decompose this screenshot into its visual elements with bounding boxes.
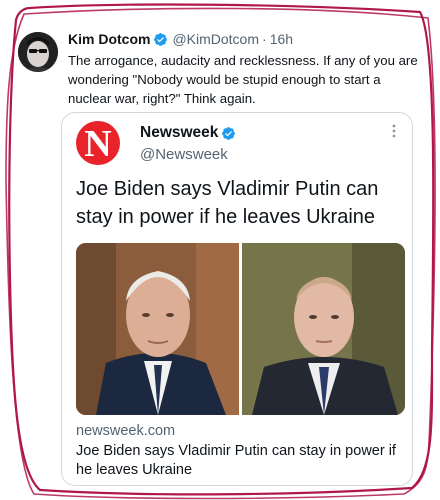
quoted-tweet-card[interactable]: N Newsweek @Newsweek Joe Biden says Vlad…: [61, 112, 413, 486]
quoted-tweet-text: Joe Biden says Vladimir Putin can stay i…: [76, 178, 379, 228]
timestamp[interactable]: 16h: [270, 30, 293, 49]
quoted-author-handle[interactable]: @Newsweek: [140, 146, 228, 163]
biden-photo: [76, 243, 239, 415]
separator-dot: ·: [262, 31, 267, 47]
tweet-body: Kim Dotcom @KimDotcom · 16h The arroganc…: [68, 30, 424, 108]
verified-badge-icon: [154, 33, 168, 46]
link-domain[interactable]: newsweek.com: [76, 423, 175, 439]
author-handle[interactable]: @KimDotcom: [172, 30, 259, 49]
more-options-icon[interactable]: [390, 123, 398, 139]
quoted-author-name[interactable]: Newsweek: [140, 124, 240, 142]
avatar[interactable]: [18, 32, 58, 72]
tweet-text: The arrogance, audacity and recklessness…: [68, 53, 418, 106]
avatar-image: [18, 32, 58, 72]
quoted-author-label: Newsweek: [140, 124, 219, 141]
tweet-header: Kim Dotcom @KimDotcom · 16h: [68, 30, 424, 49]
author-name[interactable]: Kim Dotcom: [68, 30, 150, 49]
newsweek-logo[interactable]: N: [76, 121, 120, 165]
putin-photo: [242, 243, 405, 415]
link-title[interactable]: Joe Biden says Vladimir Putin can stay i…: [76, 442, 396, 480]
logo-letter: N: [84, 123, 112, 165]
verified-badge-icon: [222, 126, 236, 140]
link-card-image[interactable]: [76, 243, 405, 415]
